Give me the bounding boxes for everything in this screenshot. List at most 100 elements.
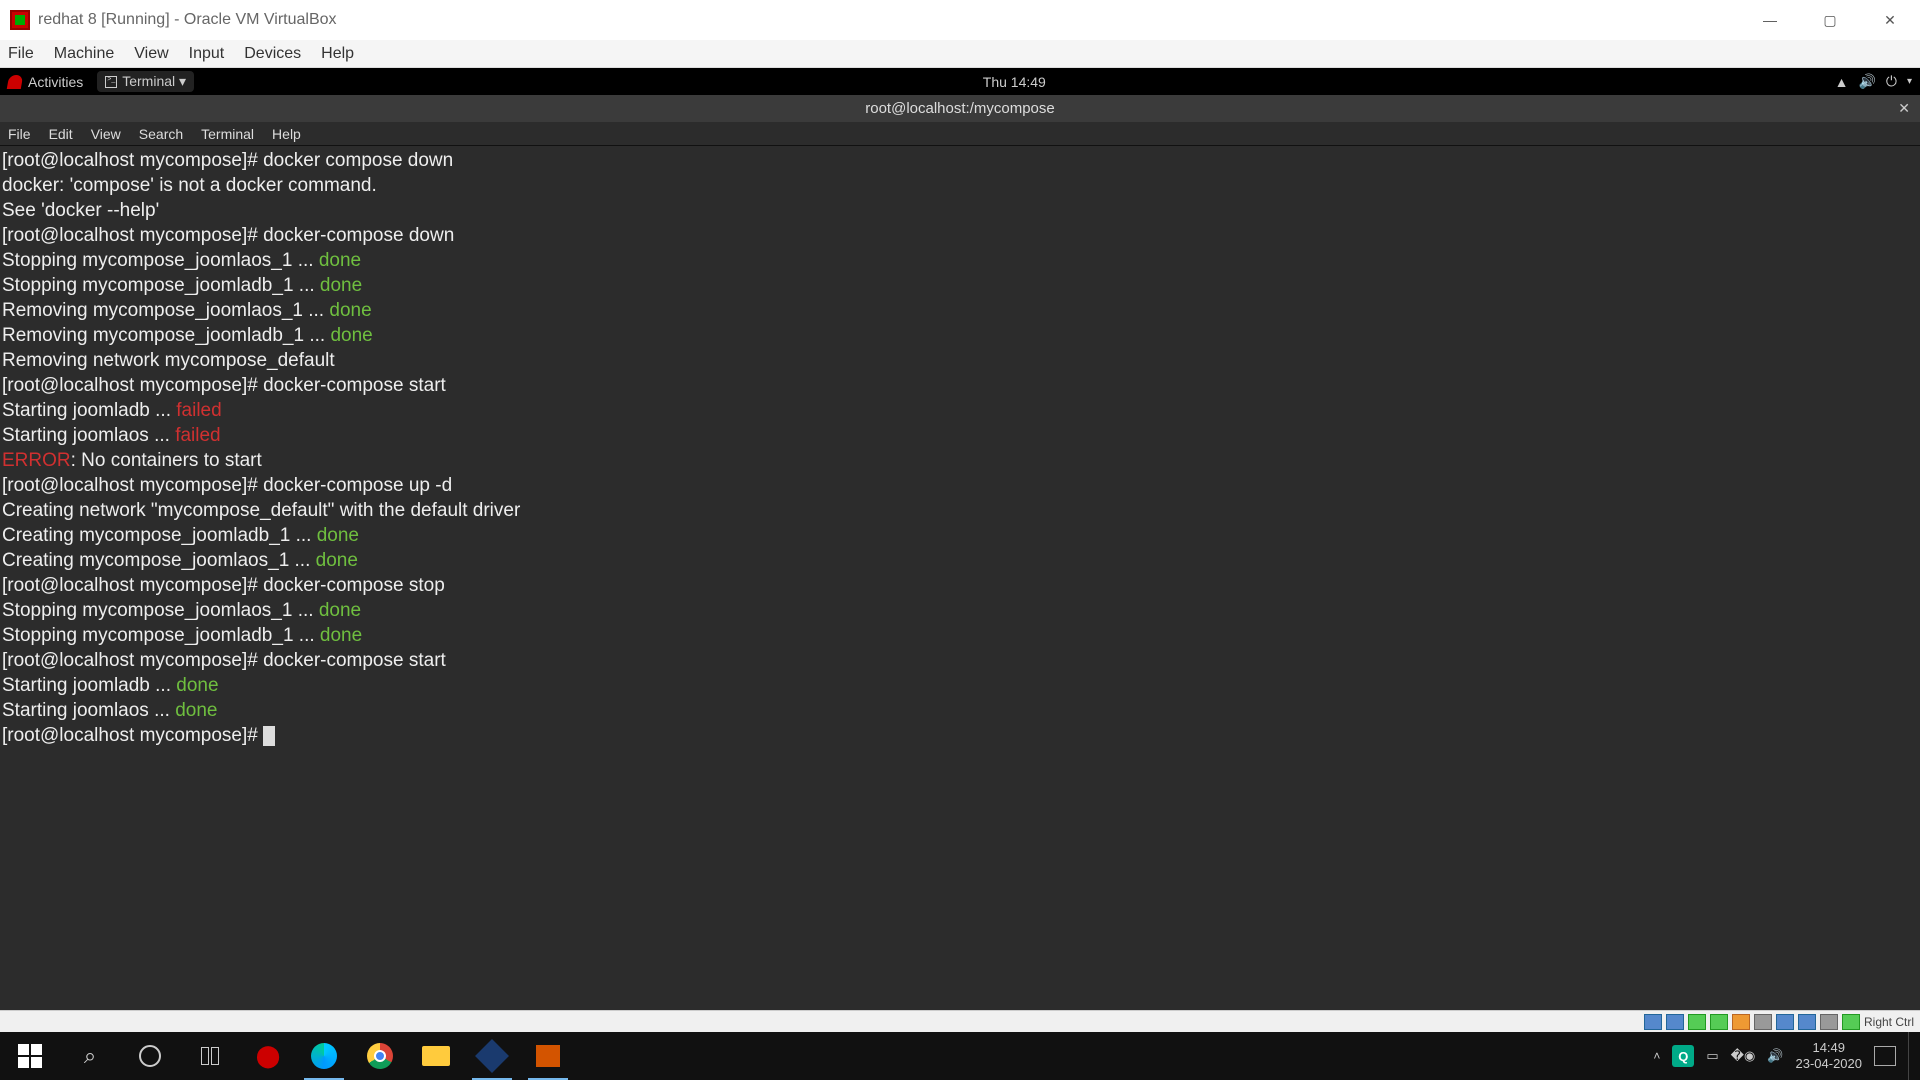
tray-app-q[interactable]: Q: [1672, 1045, 1694, 1067]
tray-overflow-button[interactable]: ˄: [1653, 1049, 1660, 1063]
menu-machine[interactable]: Machine: [54, 45, 114, 63]
close-button[interactable]: ✕: [1860, 0, 1920, 40]
taskbar-app-explorer[interactable]: [408, 1032, 464, 1080]
volume-icon[interactable]: 🔊: [1767, 1048, 1783, 1064]
menu-devices[interactable]: Devices: [244, 45, 301, 63]
power-icon: ⏻: [1886, 73, 1897, 90]
redhat-app-icon: ⬤: [256, 1043, 281, 1069]
terminal-icon: [105, 76, 117, 88]
sound-icon: 🔊: [1858, 73, 1875, 90]
terminal-line: docker: 'compose' is not a docker comman…: [2, 173, 1920, 198]
terminal-line: [root@localhost mycompose]# docker-compo…: [2, 373, 1920, 398]
terminal-line: [root@localhost mycompose]# docker-compo…: [2, 573, 1920, 598]
activities-button[interactable]: Activities: [8, 74, 83, 90]
maximize-button[interactable]: ▢: [1800, 0, 1860, 40]
terminal-line: Stopping mycompose_joomladb_1 ... done: [2, 273, 1920, 298]
taskbar-app-edge[interactable]: [296, 1032, 352, 1080]
vbox-host-key: Right Ctrl: [1864, 1015, 1914, 1029]
current-app-label: Terminal ▾: [122, 73, 186, 90]
terminal-line: [root@localhost mycompose]#: [2, 723, 1920, 748]
terminal-line: Starting joomladb ... failed: [2, 398, 1920, 423]
term-menu-help[interactable]: Help: [272, 126, 301, 142]
vbox-mouse-icon: [1820, 1014, 1838, 1030]
windows-logo-icon: [18, 1044, 42, 1068]
notifications-button[interactable]: [1874, 1046, 1896, 1066]
windows-taskbar: ⌕ ⬤ ˄ Q ▭ �◉ 🔊 14:49 23-04-2020: [0, 1032, 1920, 1080]
menu-file[interactable]: File: [8, 45, 34, 63]
chrome-icon: [367, 1043, 393, 1069]
terminal-line: See 'docker --help': [2, 198, 1920, 223]
term-menu-search[interactable]: Search: [139, 126, 183, 142]
vbox-rec-icon: [1776, 1014, 1794, 1030]
battery-icon[interactable]: ▭: [1706, 1048, 1718, 1064]
host-status-bar: Right Ctrl: [0, 1010, 1920, 1032]
terminal-line: [root@localhost mycompose]# docker-compo…: [2, 648, 1920, 673]
host-window-title: redhat 8 [Running] - Oracle VM VirtualBo…: [38, 11, 1740, 29]
task-view-icon: [201, 1047, 219, 1065]
search-button[interactable]: ⌕: [60, 1032, 120, 1080]
terminal-line: Creating network "mycompose_default" wit…: [2, 498, 1920, 523]
taskbar-app-putty[interactable]: [520, 1032, 576, 1080]
terminal-line: ERROR: No containers to start: [2, 448, 1920, 473]
folder-icon: [422, 1046, 450, 1066]
vbox-display-icon: [1754, 1014, 1772, 1030]
virtualbox-app-icon: [475, 1039, 509, 1073]
current-app-button[interactable]: Terminal ▾: [97, 71, 194, 92]
terminal-line: [root@localhost mycompose]# docker-compo…: [2, 473, 1920, 498]
term-menu-view[interactable]: View: [91, 126, 121, 142]
gnome-clock[interactable]: Thu 14:49: [194, 74, 1835, 90]
gnome-top-bar: Activities Terminal ▾ Thu 14:49 ▲ 🔊 ⏻ ▾: [0, 68, 1920, 95]
wifi-icon[interactable]: �◉: [1731, 1048, 1756, 1064]
minimize-button[interactable]: —: [1740, 0, 1800, 40]
terminal-menubar: File Edit View Search Terminal Help: [0, 122, 1920, 146]
network-icon: ▲: [1835, 74, 1849, 90]
vbox-key-icon: [1842, 1014, 1860, 1030]
start-button[interactable]: [0, 1032, 60, 1080]
vbox-net-icon: [1688, 1014, 1706, 1030]
terminal-output[interactable]: [root@localhost mycompose]# docker compo…: [0, 146, 1920, 1010]
cortana-icon: [139, 1045, 161, 1067]
virtualbox-icon: [10, 10, 30, 30]
terminal-close-button[interactable]: ✕: [1898, 100, 1910, 117]
host-menubar: File Machine View Input Devices Help: [0, 40, 1920, 68]
menu-view[interactable]: View: [134, 45, 168, 63]
terminal-line: Stopping mycompose_joomlaos_1 ... done: [2, 248, 1920, 273]
task-view-button[interactable]: [180, 1032, 240, 1080]
term-menu-file[interactable]: File: [8, 126, 31, 142]
term-menu-terminal[interactable]: Terminal: [201, 126, 254, 142]
taskbar-app-redhat[interactable]: ⬤: [240, 1032, 296, 1080]
tray-caret-icon: ▾: [1907, 76, 1912, 87]
vbox-hd-icon: [1644, 1014, 1662, 1030]
menu-help[interactable]: Help: [321, 45, 354, 63]
clock-time: 14:49: [1796, 1040, 1863, 1056]
taskbar-app-virtualbox[interactable]: [464, 1032, 520, 1080]
terminal-line: [root@localhost mycompose]# docker compo…: [2, 148, 1920, 173]
activities-label: Activities: [28, 74, 83, 90]
taskbar-clock[interactable]: 14:49 23-04-2020: [1796, 1040, 1863, 1072]
terminal-title: root@localhost:/mycompose: [865, 100, 1054, 117]
redhat-icon: [7, 75, 23, 89]
terminal-line: Removing mycompose_joomladb_1 ... done: [2, 323, 1920, 348]
term-menu-edit[interactable]: Edit: [49, 126, 73, 142]
terminal-line: Stopping mycompose_joomladb_1 ... done: [2, 623, 1920, 648]
terminal-line: Creating mycompose_joomladb_1 ... done: [2, 523, 1920, 548]
show-desktop-button[interactable]: [1908, 1032, 1914, 1080]
vbox-usb-icon: [1710, 1014, 1728, 1030]
gnome-system-tray[interactable]: ▲ 🔊 ⏻ ▾: [1835, 73, 1912, 90]
terminal-line: Stopping mycompose_joomlaos_1 ... done: [2, 598, 1920, 623]
terminal-cursor: [263, 726, 275, 746]
terminal-line: [root@localhost mycompose]# docker-compo…: [2, 223, 1920, 248]
edge-icon: [311, 1043, 337, 1069]
vbox-cd-icon: [1666, 1014, 1684, 1030]
terminal-line: Starting joomlaos ... done: [2, 698, 1920, 723]
search-icon: ⌕: [84, 1043, 96, 1069]
cortana-button[interactable]: [120, 1032, 180, 1080]
putty-icon: [536, 1045, 560, 1067]
terminal-line: Removing mycompose_joomlaos_1 ... done: [2, 298, 1920, 323]
menu-input[interactable]: Input: [189, 45, 225, 63]
taskbar-app-chrome[interactable]: [352, 1032, 408, 1080]
clock-date: 23-04-2020: [1796, 1056, 1863, 1072]
vbox-cpu-icon: [1798, 1014, 1816, 1030]
vbox-shared-icon: [1732, 1014, 1750, 1030]
terminal-line: Starting joomladb ... done: [2, 673, 1920, 698]
